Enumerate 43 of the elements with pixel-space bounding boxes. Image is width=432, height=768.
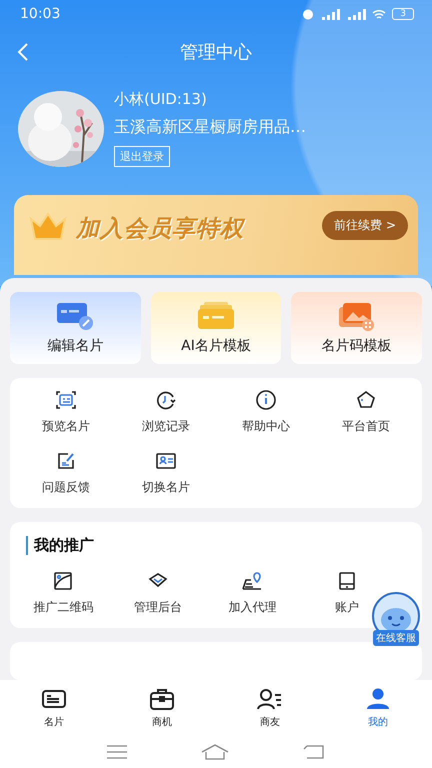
tab[interactable]: 名片 — [0, 680, 108, 735]
status-time: 10:03 — [20, 6, 60, 22]
tool-item[interactable]: 管理后台 — [134, 569, 182, 616]
image-gallery-icon — [336, 301, 377, 331]
home-icon[interactable] — [201, 744, 229, 760]
tab[interactable]: 我的 — [324, 680, 432, 735]
crown-icon — [28, 211, 68, 241]
membership-banner[interactable]: 加入会员享特权 前往续费 > — [14, 195, 418, 275]
tool-item[interactable]: 加入代理 — [228, 569, 276, 616]
user-name: 小林(UID:13) — [114, 90, 208, 109]
tool-item[interactable]: 浏览记录 — [142, 388, 190, 435]
customer-service-button[interactable]: 在线客服 — [368, 590, 424, 646]
back-icon[interactable] — [303, 744, 325, 758]
person-icon — [365, 686, 391, 710]
tab[interactable]: 商机 — [108, 680, 216, 735]
tool-item[interactable]: 推广二维码 — [33, 569, 94, 616]
tool-item[interactable]: 预览名片 — [42, 388, 90, 435]
signal-icon — [320, 8, 340, 20]
tool-item[interactable]: 账户 — [334, 569, 359, 616]
page-title: 管理中心 — [180, 41, 252, 64]
tab[interactable]: 商友 — [216, 680, 324, 735]
signal-icon — [346, 8, 366, 20]
card-edit-icon — [55, 301, 96, 331]
renew-button[interactable]: 前往续费 > — [322, 211, 408, 240]
card-stack-icon — [196, 301, 236, 331]
tool-item[interactable]: 帮助中心 — [242, 388, 290, 435]
section-title: 我的推广 — [26, 536, 94, 555]
tool-item[interactable]: 问题反馈 — [42, 449, 90, 496]
contacts-icon — [257, 686, 283, 710]
info-icon — [254, 388, 278, 412]
battery-level: 3 — [392, 8, 414, 20]
id-card-icon — [54, 388, 78, 412]
menu-icon[interactable] — [107, 744, 127, 758]
banner-title: 加入会员享特权 — [76, 215, 246, 244]
feature-card[interactable]: 编辑名片 — [10, 292, 141, 364]
feature-card[interactable]: AI名片模板 — [150, 292, 282, 364]
tool-item[interactable]: 切换名片 — [142, 449, 190, 496]
company-name: 玉溪高新区星橱厨房用品… — [114, 117, 306, 138]
back-icon — [16, 42, 30, 62]
wifi-icon — [372, 8, 386, 20]
briefcase-icon — [149, 686, 175, 710]
tool-item[interactable]: 平台首页 — [342, 388, 390, 435]
feature-card[interactable]: 名片码模板 — [291, 292, 422, 364]
